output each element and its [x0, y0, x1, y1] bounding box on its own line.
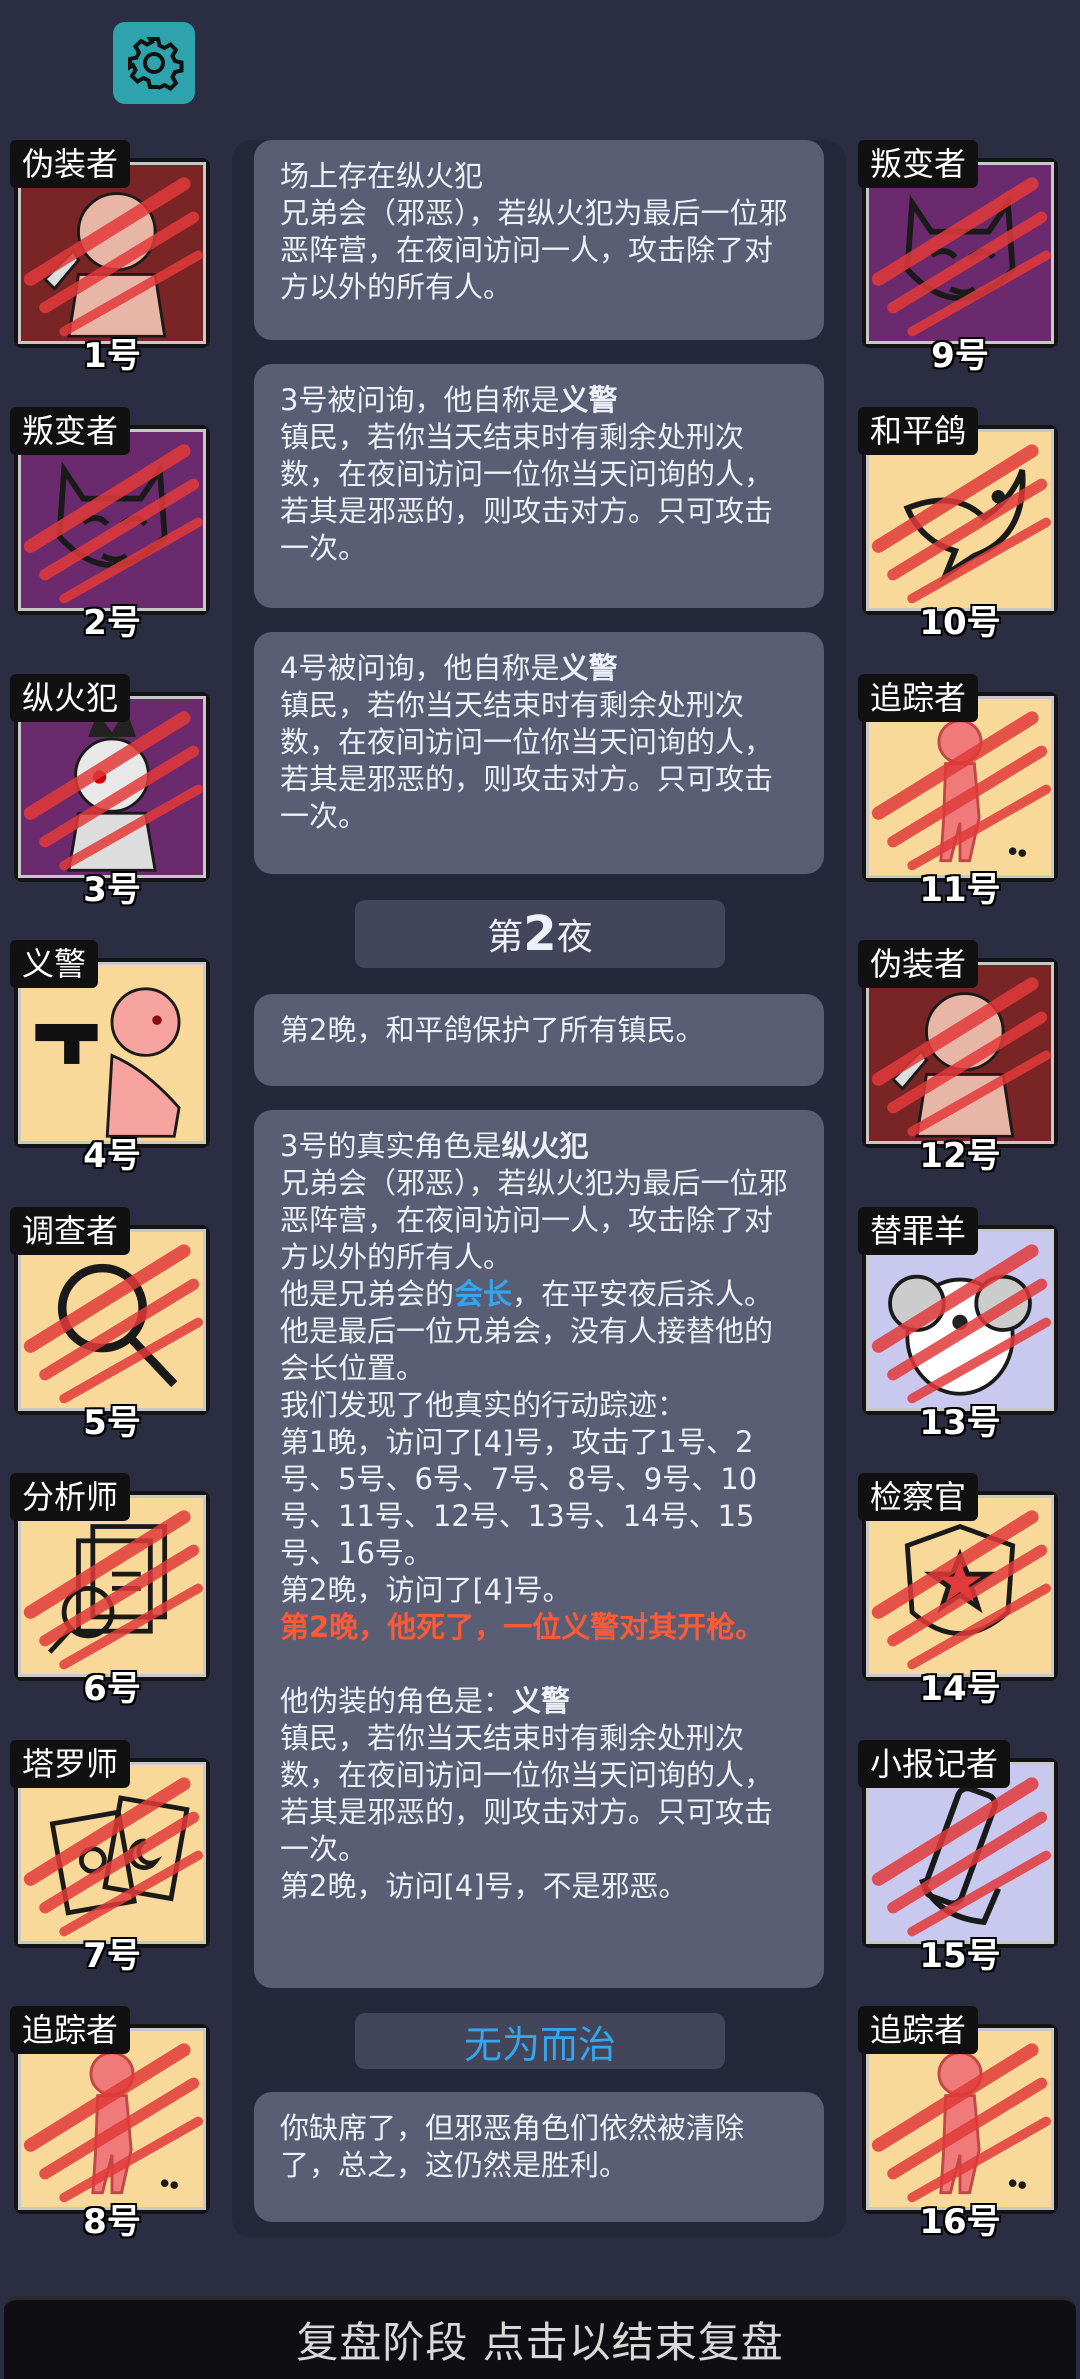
night-header: 第2夜 — [355, 900, 725, 968]
player-role-label: 叛变者 — [10, 407, 131, 455]
arsonist-portrait-icon — [18, 696, 206, 878]
player-card[interactable]: 塔罗师 7号 — [8, 1740, 216, 1976]
player-role-label: 纵火犯 — [10, 674, 131, 722]
player-card[interactable]: 检察官 14号 — [856, 1473, 1064, 1709]
player-card[interactable]: 追踪者 8号 — [8, 2006, 216, 2242]
player-card[interactable]: 替罪羊 13号 — [856, 1207, 1064, 1443]
player-card[interactable]: 分析师 6号 — [8, 1473, 216, 1709]
player-role-label: 分析师 — [10, 1473, 131, 1521]
player-role-label: 义警 — [10, 940, 99, 988]
tracker-figure-icon — [18, 2028, 206, 2210]
prosecutor-badge-icon — [866, 1495, 1054, 1677]
mask-icon — [18, 429, 206, 611]
leader-highlight: 会长 — [454, 1277, 513, 1311]
player-card[interactable]: 伪装者 1号 — [8, 140, 216, 376]
player-number: 11号 — [919, 870, 1001, 910]
gear-icon — [128, 37, 184, 92]
player-number: 7号 — [83, 1936, 141, 1976]
player-number: 2号 — [83, 603, 141, 643]
disguiser-portrait-icon — [18, 162, 206, 344]
documents-magnifier-icon — [18, 1495, 206, 1677]
dove-icon — [866, 429, 1054, 611]
player-role-label: 追踪者 — [10, 2006, 131, 2054]
player-role-label: 伪装者 — [858, 940, 979, 988]
player-number: 16号 — [919, 2202, 1001, 2242]
player-card[interactable]: 调查者 5号 — [8, 1207, 216, 1443]
player-role-label: 伪装者 — [10, 140, 131, 188]
player-number: 10号 — [919, 603, 1001, 643]
player-card[interactable]: 和平鸽 10号 — [856, 407, 1064, 643]
player-card[interactable]: 伪装者 12号 — [856, 940, 1064, 1176]
player-role-label: 替罪羊 — [858, 1207, 979, 1255]
player-number: 1号 — [83, 336, 141, 376]
disguiser-portrait-icon — [866, 962, 1054, 1144]
tracker-figure-icon — [866, 2028, 1054, 2210]
player-number: 4号 — [83, 1136, 141, 1176]
player-role-label: 叛变者 — [858, 140, 979, 188]
player-role-label: 和平鸽 — [858, 407, 979, 455]
log-message: 你缺席了，但邪恶角色们依然被清除了，总之，这仍然是胜利。 — [254, 2092, 824, 2222]
log-message: 3号被问询，他自称是义警 镇民，若你当天结束时有剩余处刑次数，在夜间访问一位你当… — [254, 364, 824, 608]
player-number: 14号 — [919, 1669, 1001, 1709]
player-number: 9号 — [931, 336, 989, 376]
player-number: 6号 — [83, 1669, 141, 1709]
player-number: 8号 — [83, 2202, 141, 2242]
log-message: 场上存在纵火犯 兄弟会（邪恶），若纵火犯为最后一位邪恶阵营，在夜间访问一人，攻击… — [254, 140, 824, 340]
player-card[interactable]: 叛变者 2号 — [8, 407, 216, 643]
player-role-label: 塔罗师 — [10, 1740, 131, 1788]
magnifier-icon — [18, 1229, 206, 1411]
player-card[interactable]: 叛变者 9号 — [856, 140, 1064, 376]
player-number: 3号 — [83, 870, 141, 910]
player-card[interactable]: 纵火犯 3号 — [8, 674, 216, 910]
ram-icon — [866, 1229, 1054, 1411]
player-role-label: 小报记者 — [858, 1740, 1011, 1788]
log-message: 第2晚，和平鸽保护了所有镇民。 — [254, 994, 824, 1086]
log-message-reveal: 3号的真实角色是纵火犯 兄弟会（邪恶），若纵火犯为最后一位邪恶阵营，在夜间访问一… — [254, 1110, 824, 1988]
mask-icon — [866, 162, 1054, 344]
player-card[interactable]: 追踪者 11号 — [856, 674, 1064, 910]
player-role-label: 检察官 — [858, 1473, 979, 1521]
tracker-figure-icon — [866, 696, 1054, 878]
player-number: 12号 — [919, 1136, 1001, 1176]
player-card[interactable]: 追踪者 16号 — [856, 2006, 1064, 2242]
end-review-button[interactable]: 复盘阶段 点击以结束复盘 — [4, 2296, 1076, 2379]
result-title: 无为而治 — [355, 2013, 725, 2069]
player-card[interactable]: 义警 4号 — [8, 940, 216, 1176]
player-role-label: 追踪者 — [858, 2006, 979, 2054]
player-card[interactable]: 小报记者 15号 — [856, 1740, 1064, 1976]
tarot-cards-icon — [18, 1762, 206, 1944]
player-number: 13号 — [919, 1403, 1001, 1443]
gun-figure-icon — [18, 962, 206, 1144]
settings-button[interactable] — [113, 22, 195, 104]
player-number: 15号 — [919, 1936, 1001, 1976]
death-highlight: 第2晚，他死了，一位义警对其开枪。 — [280, 1610, 765, 1644]
player-role-label: 调查者 — [10, 1207, 131, 1255]
log-message: 4号被问询，他自称是义警 镇民，若你当天结束时有剩余处刑次数，在夜间访问一位你当… — [254, 632, 824, 874]
player-number: 5号 — [83, 1403, 141, 1443]
newspaper-hand-icon — [866, 1762, 1054, 1944]
player-role-label: 追踪者 — [858, 674, 979, 722]
